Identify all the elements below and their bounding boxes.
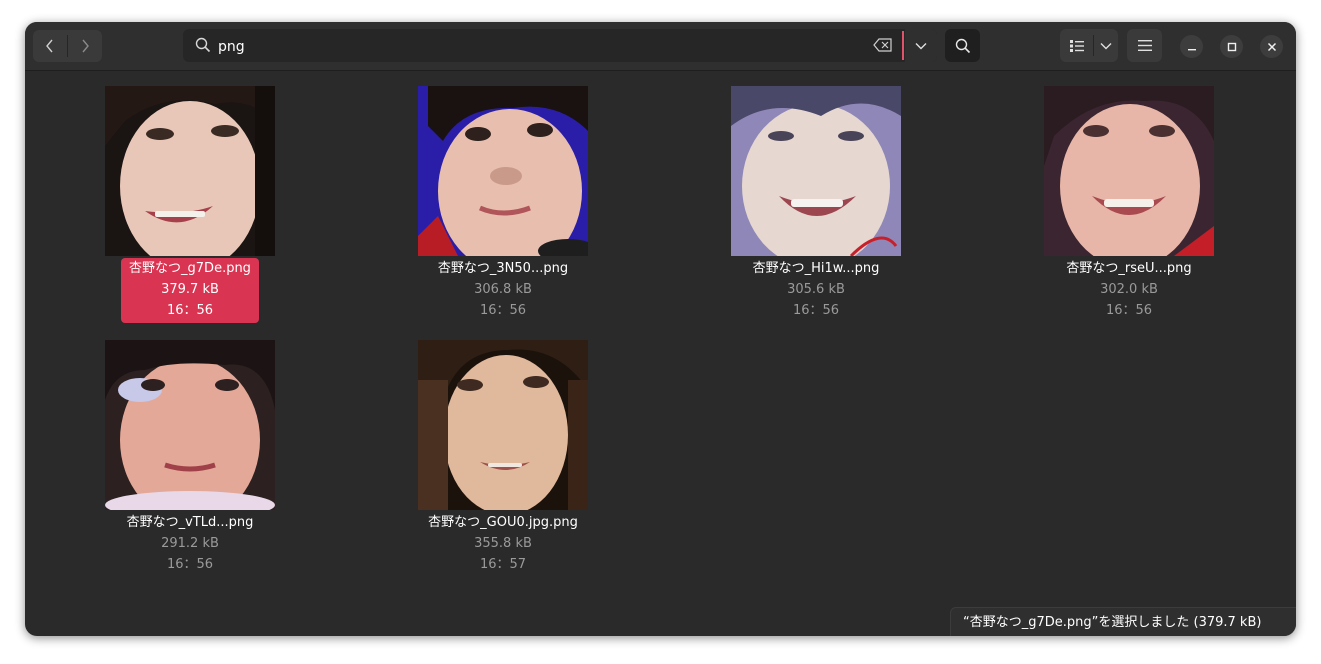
view-dropdown-button[interactable]: [1094, 29, 1118, 62]
file-size: 302.0 kB: [1100, 282, 1158, 297]
file-time: 16：56: [166, 303, 214, 318]
file-thumbnail[interactable]: [1044, 86, 1214, 256]
header-bar: [25, 22, 1296, 71]
file-label: 杏野なつ_GOU0.jpg.png 355.8 kB 16：57: [398, 512, 608, 575]
backspace-clear-icon[interactable]: [873, 38, 893, 52]
file-time: 16：57: [479, 557, 527, 572]
file-thumbnail[interactable]: [105, 86, 275, 256]
close-button[interactable]: [1260, 35, 1283, 58]
file-size: 291.2 kB: [161, 536, 219, 551]
file-size: 355.8 kB: [474, 536, 532, 551]
main-menu-button[interactable]: [1127, 29, 1162, 62]
search-icon: [955, 38, 970, 53]
search-icon: [195, 37, 211, 53]
file-label: 杏野なつ_vTLd...png 291.2 kB 16：56: [85, 512, 295, 575]
file-label: 杏野なつ_rseU...png 302.0 kB 16：56: [1024, 258, 1234, 321]
search-input[interactable]: [216, 33, 860, 60]
minimize-button[interactable]: [1180, 35, 1203, 58]
file-size: 306.8 kB: [474, 282, 532, 297]
file-label: 杏野なつ_g7De.png 379.7 kB 16：56: [121, 258, 259, 323]
navigation-buttons: [33, 30, 102, 62]
chevron-down-icon: [915, 42, 927, 49]
close-icon: [1267, 42, 1276, 51]
file-name: 杏野なつ_g7De.png: [129, 261, 251, 276]
chevron-left-icon: [46, 39, 53, 53]
back-button[interactable]: [33, 30, 67, 62]
search-toggle-button[interactable]: [945, 29, 980, 62]
file-time: 16：56: [792, 303, 840, 318]
file-thumbnail[interactable]: [418, 86, 588, 256]
search-options-button[interactable]: [905, 29, 937, 62]
search-bar: [183, 29, 937, 62]
chevron-down-icon: [1100, 42, 1112, 49]
file-thumbnail[interactable]: [418, 340, 588, 510]
status-bar: “杏野なつ_g7De.png”を選択しました (379.7 kB): [950, 607, 1296, 636]
file-grid: 杏野なつ_g7De.png 379.7 kB 16：56 杏野なつ_3N50..…: [25, 71, 1296, 636]
file-name: 杏野なつ_Hi1w...png: [752, 261, 880, 276]
file-label: 杏野なつ_3N50...png 306.8 kB 16：56: [398, 258, 608, 321]
file-size: 379.7 kB: [161, 282, 219, 297]
file-time: 16：56: [166, 557, 214, 572]
file-name: 杏野なつ_rseU...png: [1066, 261, 1192, 276]
search-focus-indicator: [902, 31, 904, 60]
file-name: 杏野なつ_GOU0.jpg.png: [428, 515, 578, 530]
file-manager-window: 杏野なつ_g7De.png 379.7 kB 16：56: [25, 22, 1296, 636]
hamburger-menu-icon: [1137, 40, 1152, 51]
file-thumbnail[interactable]: [731, 86, 901, 256]
maximize-button[interactable]: [1220, 35, 1243, 58]
file-thumbnail[interactable]: [105, 340, 275, 510]
file-time: 16：56: [1105, 303, 1153, 318]
chevron-right-icon: [82, 39, 89, 53]
view-options: [1060, 29, 1118, 62]
forward-button[interactable]: [68, 30, 102, 62]
list-view-icon: [1069, 39, 1084, 52]
file-time: 16：56: [479, 303, 527, 318]
file-name: 杏野なつ_vTLd...png: [126, 515, 254, 530]
maximize-icon: [1227, 42, 1236, 51]
minimize-icon: [1187, 48, 1196, 50]
file-size: 305.6 kB: [787, 282, 845, 297]
file-name: 杏野なつ_3N50...png: [437, 261, 569, 276]
file-label: 杏野なつ_Hi1w...png 305.6 kB 16：56: [711, 258, 921, 321]
list-view-button[interactable]: [1060, 29, 1093, 62]
